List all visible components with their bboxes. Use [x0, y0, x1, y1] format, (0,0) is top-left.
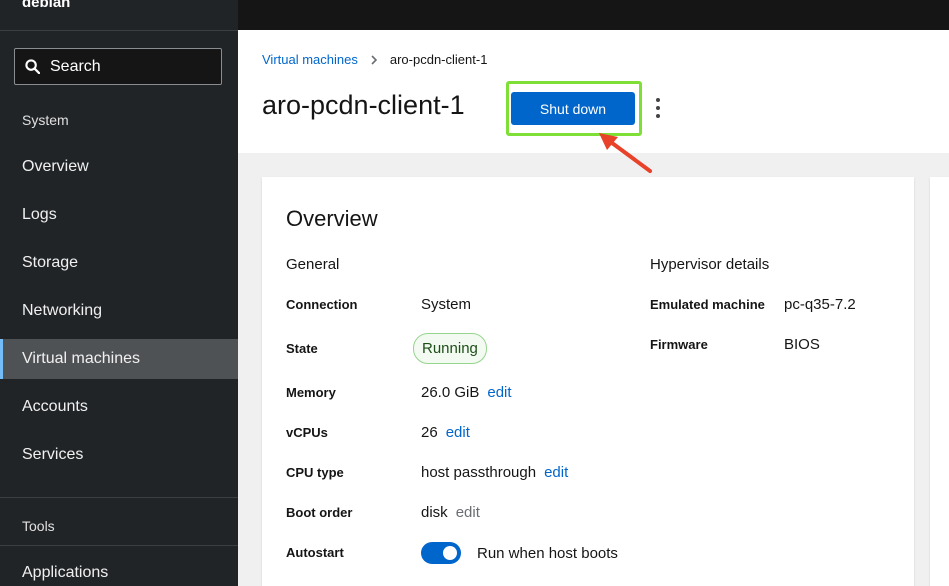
- cpu-type-value-text: host passthrough: [421, 464, 537, 481]
- page-title: aro-pcdn-client-1: [262, 90, 465, 120]
- autostart-value: Run when host boots: [421, 542, 618, 564]
- firmware-value: BIOS: [784, 336, 820, 353]
- firmware-label: Firmware: [650, 337, 708, 352]
- connection-label: Connection: [286, 297, 358, 312]
- kebab-icon[interactable]: [652, 98, 664, 118]
- memory-label: Memory: [286, 385, 336, 400]
- sidebar-item-logs[interactable]: Logs: [0, 195, 238, 235]
- sidebar-item-services[interactable]: Services: [0, 435, 238, 475]
- host-name: debian: [22, 0, 71, 11]
- overview-title: Overview: [286, 206, 378, 231]
- autostart-label: Autostart: [286, 545, 344, 560]
- vcpus-value: 26 edit: [421, 424, 470, 441]
- adjacent-card: [930, 177, 949, 586]
- memory-value: 26.0 GiB edit: [421, 384, 512, 401]
- search-icon: [25, 59, 40, 74]
- breadcrumb-link-virtual-machines[interactable]: Virtual machines: [262, 52, 358, 67]
- firmware-value-text: BIOS: [784, 336, 820, 353]
- state-label: State: [286, 341, 318, 356]
- boot-order-value-text: disk: [421, 504, 448, 521]
- autostart-value-text: Run when host boots: [477, 544, 618, 562]
- memory-value-text: 26.0 GiB: [421, 384, 480, 401]
- memory-edit-link[interactable]: edit: [487, 384, 511, 401]
- connection-value-text: System: [421, 296, 472, 313]
- search-input[interactable]: Search: [14, 48, 222, 85]
- sidebar-item-storage[interactable]: Storage: [0, 243, 238, 283]
- overview-card: Overview General Connection System State…: [262, 177, 914, 586]
- sidebar-item-overview[interactable]: Overview: [0, 147, 238, 187]
- shut-down-button[interactable]: Shut down: [511, 92, 635, 125]
- sidebar-divider: [0, 545, 238, 546]
- page-header: Virtual machines aro-pcdn-client-1 aro-p…: [238, 30, 949, 153]
- cpu-type-value: host passthrough edit: [421, 464, 568, 481]
- breadcrumb-current: aro-pcdn-client-1: [389, 52, 488, 67]
- sidebar: debian Search System Overview Logs Stora…: [0, 0, 238, 586]
- boot-order-edit-link: edit: [455, 504, 480, 521]
- cpu-type-label: CPU type: [286, 465, 344, 480]
- nav-section-tools: Tools: [22, 518, 55, 534]
- vcpus-edit-link[interactable]: edit: [446, 424, 470, 441]
- breadcrumb: Virtual machines aro-pcdn-client-1: [262, 52, 487, 67]
- chevron-right-icon: [371, 54, 378, 65]
- sidebar-divider: [0, 30, 238, 31]
- boot-order-value: disk edit: [421, 504, 480, 521]
- vcpus-value-text: 26: [421, 424, 438, 441]
- sidebar-item-applications[interactable]: Applications: [0, 553, 238, 586]
- arrow-annotation: [599, 133, 652, 173]
- hypervisor-heading: Hypervisor details: [650, 256, 770, 273]
- boot-order-label: Boot order: [286, 505, 353, 520]
- vcpus-label: vCPUs: [286, 425, 328, 440]
- search-label: Search: [50, 57, 101, 75]
- sidebar-divider: [0, 497, 238, 498]
- cpu-type-edit-link[interactable]: edit: [544, 464, 568, 481]
- emulated-machine-value: pc-q35-7.2: [784, 296, 856, 313]
- emulated-machine-value-text: pc-q35-7.2: [784, 296, 856, 313]
- general-heading: General: [286, 256, 340, 273]
- sidebar-item-accounts[interactable]: Accounts: [0, 387, 238, 427]
- connection-value: System: [421, 296, 471, 313]
- sidebar-item-virtual-machines[interactable]: Virtual machines: [0, 339, 238, 379]
- autostart-toggle[interactable]: [421, 542, 461, 564]
- emulated-machine-label: Emulated machine: [650, 297, 765, 312]
- top-bar: [238, 0, 949, 30]
- status-badge: Running: [413, 333, 487, 364]
- state-value: Running: [413, 333, 487, 364]
- nav-section-system: System: [22, 112, 69, 128]
- sidebar-item-networking[interactable]: Networking: [0, 291, 238, 331]
